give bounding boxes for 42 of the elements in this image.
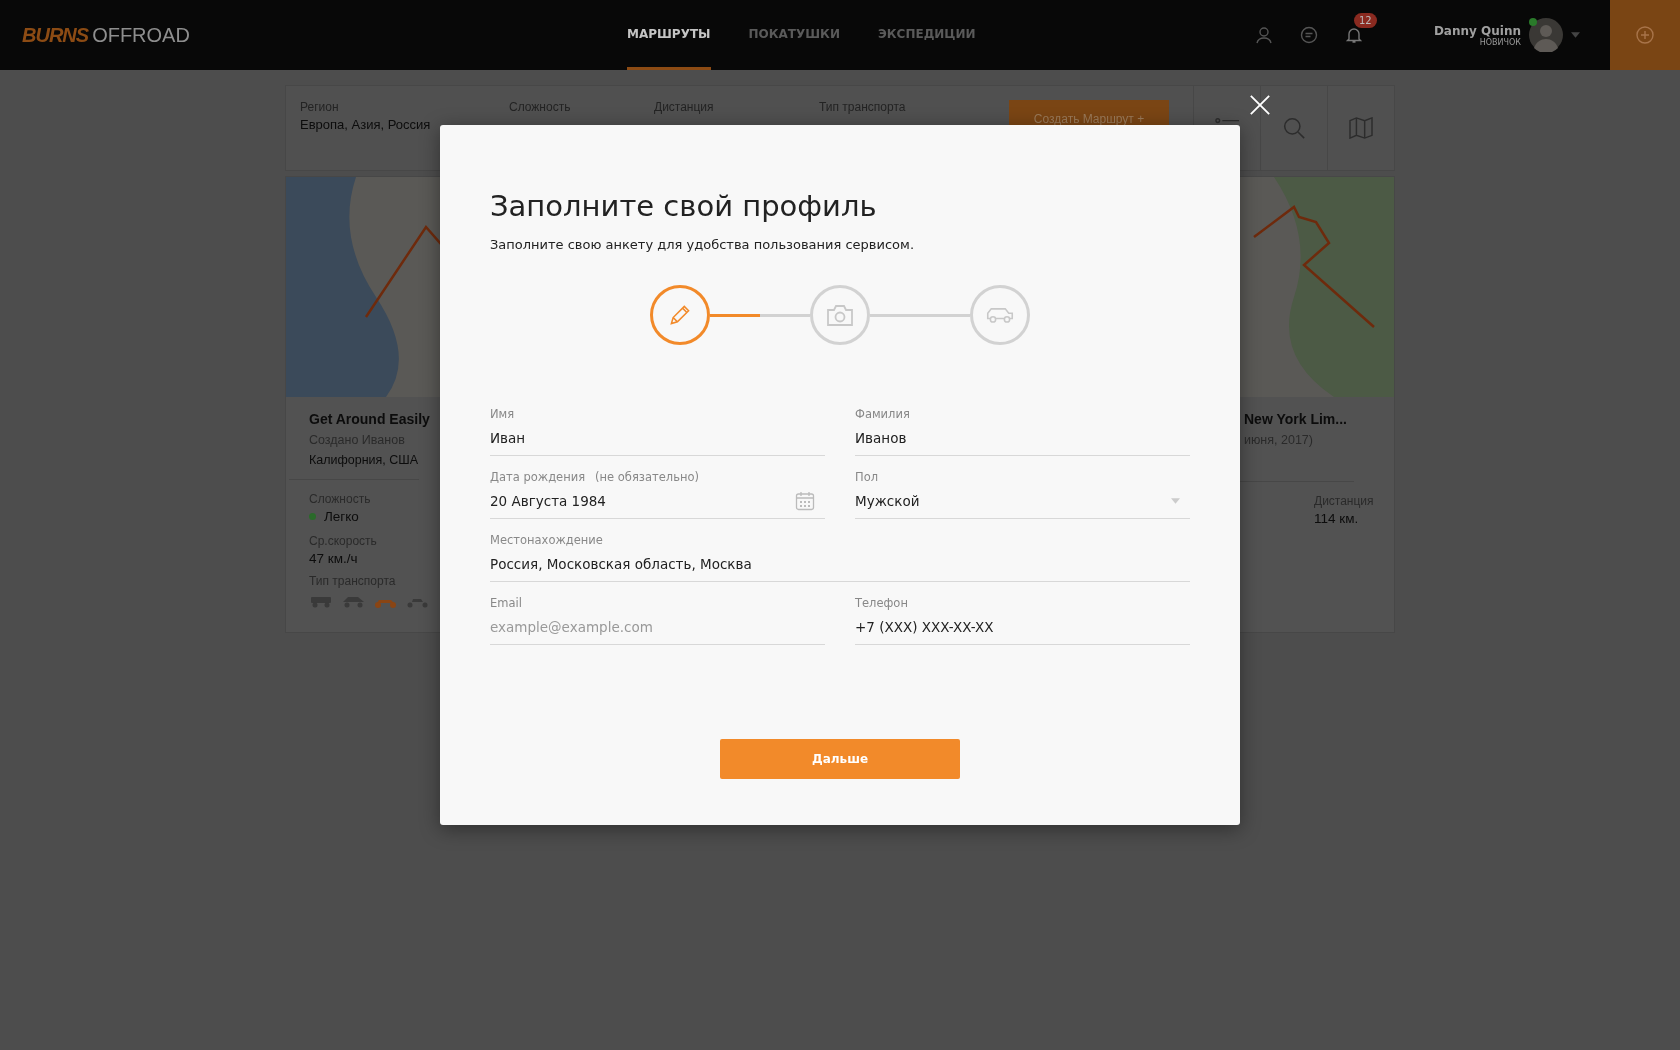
dialog-title: Заполните свой профиль: [490, 189, 878, 223]
step-indicator[interactable]: [810, 285, 870, 345]
input-field[interactable]: Иван: [490, 430, 825, 446]
stat-value: Легко: [324, 509, 359, 524]
input-field[interactable]: Россия, Московская область, Москва: [490, 556, 1190, 572]
field-label: Телефон: [855, 596, 908, 610]
gender-dropdown[interactable]: Мужской: [855, 493, 1171, 509]
calendar-icon[interactable]: [795, 491, 815, 511]
field-label: Фамилия: [855, 407, 910, 421]
field-label: Имя: [490, 407, 515, 421]
chat-icon[interactable]: [1298, 25, 1319, 45]
search-icon[interactable]: [1282, 117, 1306, 139]
caret-icon[interactable]: [1571, 32, 1580, 38]
map-icon[interactable]: [1349, 117, 1373, 139]
input-field[interactable]: +7 (XXX) XXX-XX-XX: [855, 619, 1190, 635]
field-label: Email: [490, 596, 522, 610]
route-location: Калифорния, США: [309, 453, 419, 467]
input-field[interactable]: Иванов: [855, 430, 1190, 446]
user-icon[interactable]: [1253, 25, 1274, 45]
camera-icon: [826, 303, 854, 327]
bell-icon[interactable]: [1343, 25, 1364, 45]
input-field[interactable]: example@example.com: [490, 619, 825, 635]
avatar-icon[interactable]: [1529, 18, 1563, 52]
nav-tab[interactable]: МАРШРУТЫ: [627, 0, 711, 70]
dialog-subtitle: Заполните свою анкету для удобства пользования сервисом.: [490, 237, 916, 252]
user-name[interactable]: Danny Quinn: [1433, 23, 1521, 38]
caret-icon: [1171, 498, 1180, 504]
step-indicator[interactable]: [650, 285, 710, 345]
user-rank: НОВИЧОК: [1479, 37, 1521, 47]
field-label: Дата рождения: [490, 470, 586, 484]
field-label: Местонахождение: [490, 533, 603, 547]
stat-value: 114 км.: [1314, 511, 1359, 526]
plus-circle-icon: [1635, 25, 1655, 45]
optional-note: (не обязательно): [595, 470, 699, 484]
notification-badge: 12: [1353, 13, 1377, 28]
field-label: Пол: [855, 470, 879, 484]
close-icon[interactable]: [1249, 94, 1271, 116]
stat-value: 47 км./ч: [309, 551, 358, 566]
add-button[interactable]: [1610, 0, 1680, 70]
input-field[interactable]: 20 Августа 1984: [490, 493, 795, 509]
step-indicator[interactable]: [970, 285, 1030, 345]
logo[interactable]: BURNS OFFROAD: [22, 23, 627, 47]
